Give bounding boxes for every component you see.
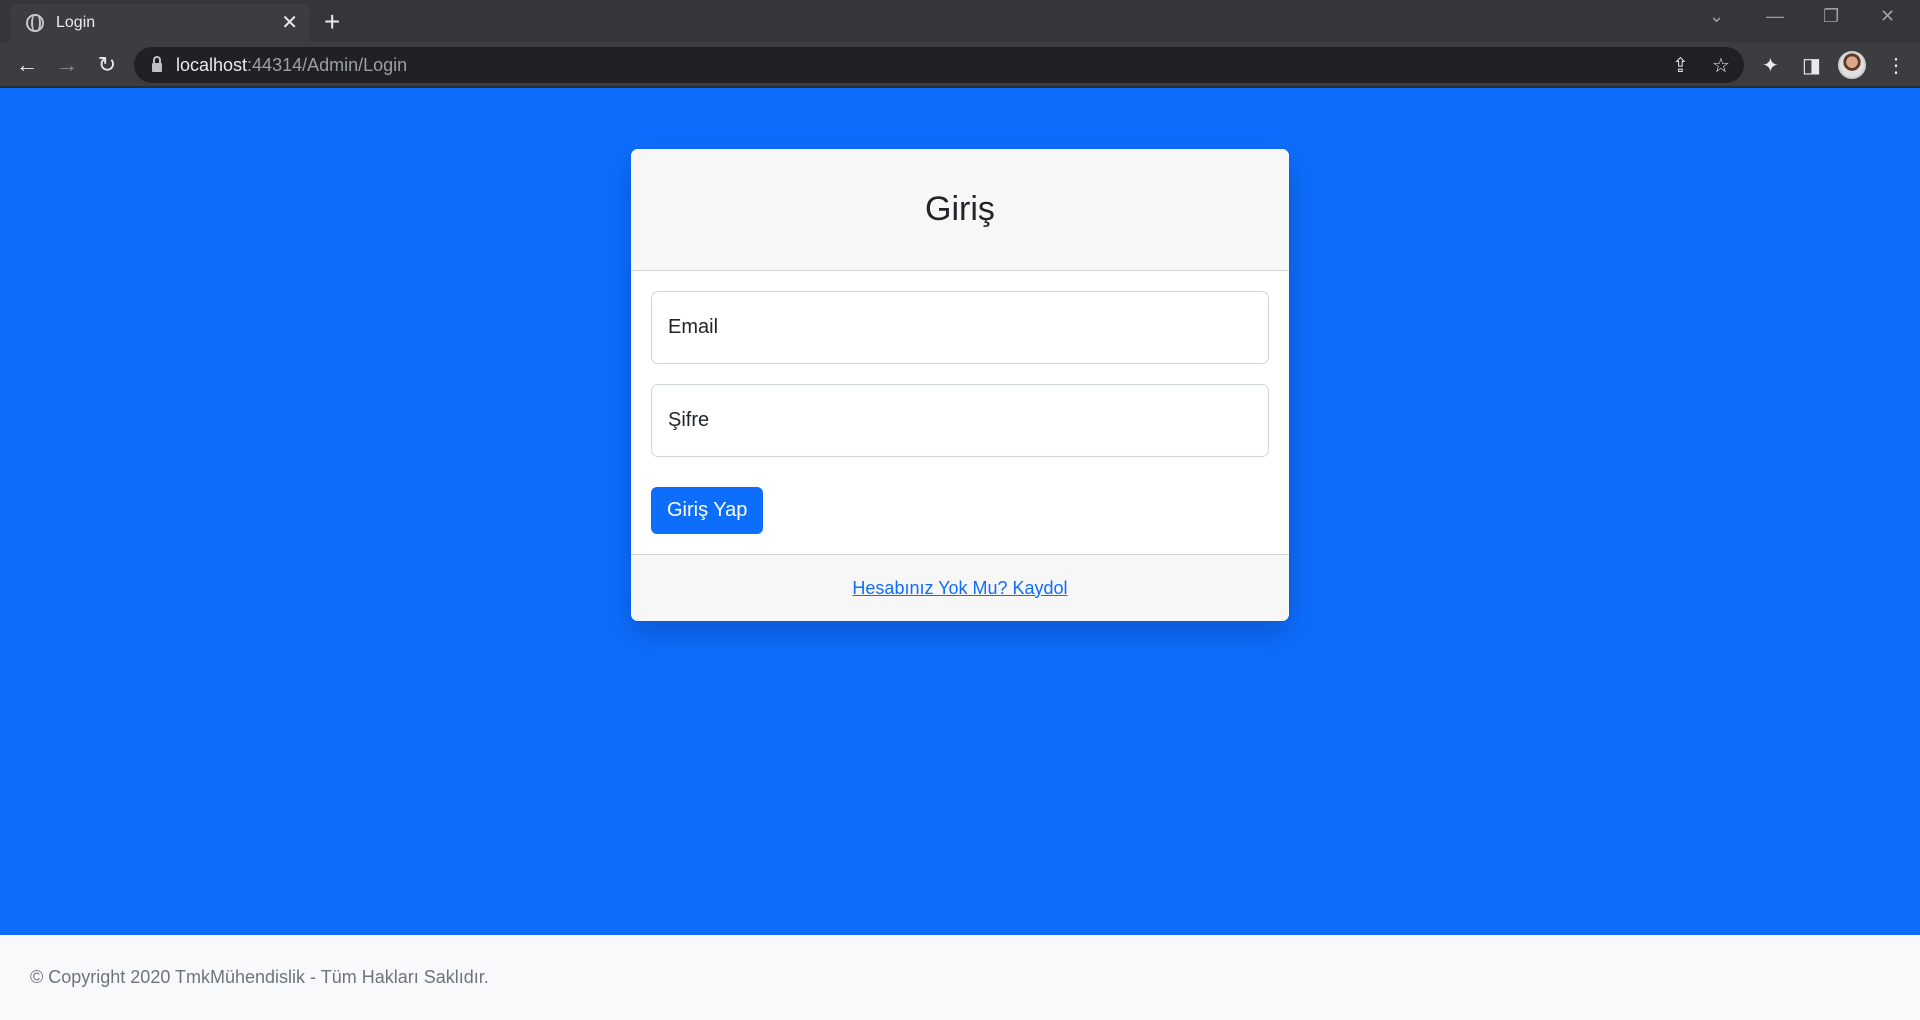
url-host: localhost: [176, 54, 248, 75]
menu-icon[interactable]: ⋮: [1886, 53, 1906, 78]
close-window-icon[interactable]: ✕: [1880, 6, 1895, 27]
login-button[interactable]: Giriş Yap: [651, 487, 764, 534]
password-field[interactable]: Şifre: [651, 384, 1269, 457]
forward-icon[interactable]: →: [52, 50, 82, 80]
copyright-text: © Copyright 2020 TmkMühendislik - Tüm Ha…: [30, 967, 489, 987]
profile-avatar[interactable]: [1838, 51, 1866, 79]
restore-icon[interactable]: ❐: [1823, 6, 1839, 27]
browser-tab-bar: Login ✕ + ⌄ — ❐ ✕: [0, 0, 1920, 42]
tab-title: Login: [56, 14, 96, 31]
card-body: Email Şifre Giriş Yap: [631, 271, 1289, 554]
card-footer: Hesabınız Yok Mu? Kaydol: [631, 554, 1289, 621]
browser-toolbar: ← → ↻ localhost :44314/Admin/Login ⇪ ☆: [0, 42, 1920, 88]
back-icon[interactable]: ←: [12, 50, 42, 80]
minimize-icon[interactable]: —: [1766, 6, 1784, 27]
address-bar[interactable]: localhost :44314/Admin/Login ⇪ ☆: [134, 47, 1744, 83]
url-path: :44314/Admin/Login: [247, 54, 408, 75]
email-field[interactable]: Email: [651, 291, 1269, 364]
lock-icon[interactable]: [152, 55, 162, 72]
tab-search-icon[interactable]: ⌄: [1709, 6, 1724, 27]
browser-tab[interactable]: Login ✕: [10, 4, 310, 42]
side-panel-icon[interactable]: ◨: [1802, 53, 1821, 78]
page-footer: © Copyright 2020 TmkMühendislik - Tüm Ha…: [0, 935, 1920, 1020]
page-title: Giriş: [925, 190, 995, 228]
login-card: Giriş Email Şifre Giriş Yap Hesabınız Yo…: [631, 149, 1289, 621]
new-tab-icon[interactable]: +: [324, 8, 340, 36]
close-tab-icon[interactable]: ✕: [281, 13, 298, 33]
reload-icon[interactable]: ↻: [92, 50, 122, 80]
extensions-icon[interactable]: ✦: [1762, 53, 1779, 78]
register-link[interactable]: Hesabınız Yok Mu? Kaydol: [852, 578, 1067, 599]
bookmark-star-icon[interactable]: ☆: [1712, 53, 1730, 78]
globe-icon: [26, 14, 44, 32]
share-icon[interactable]: ⇪: [1672, 53, 1689, 78]
card-header: Giriş: [631, 149, 1289, 271]
